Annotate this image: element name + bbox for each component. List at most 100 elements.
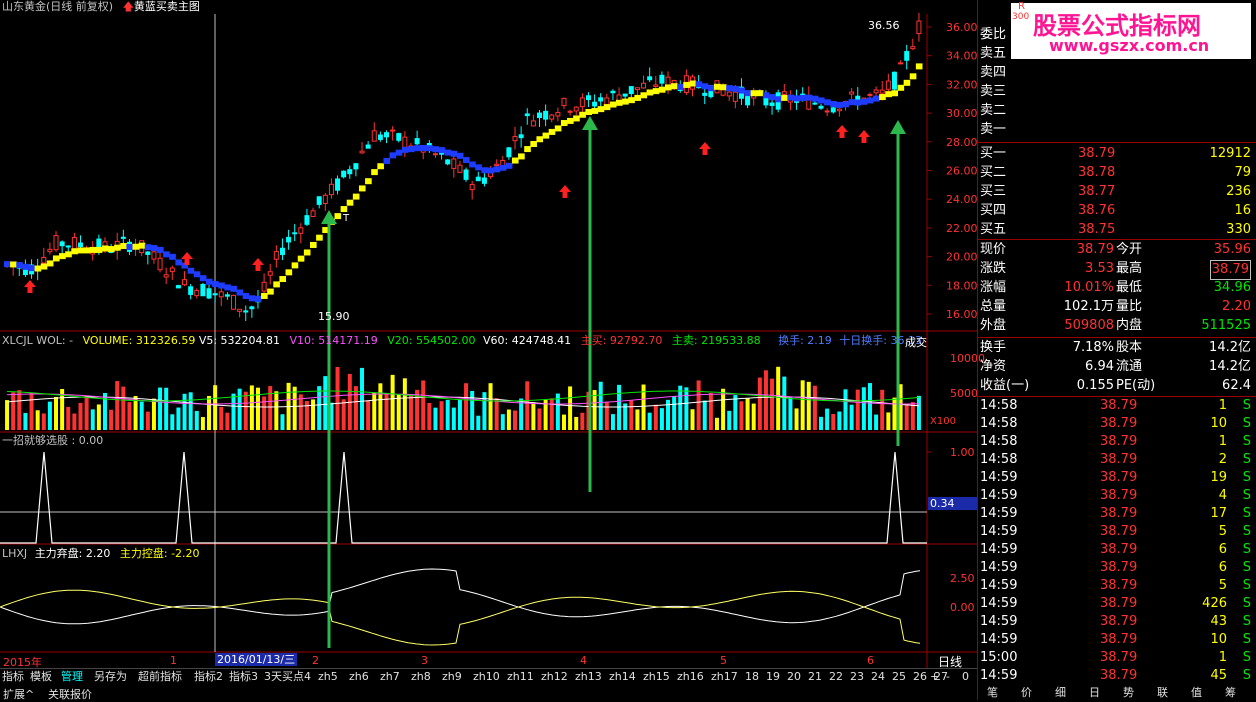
candle-body [218, 291, 224, 298]
ask-label: 卖二 [980, 103, 1007, 118]
tick-volume: 45 [1210, 668, 1227, 683]
indicator-tab[interactable]: 23 [850, 669, 864, 685]
main-sell-value: 主卖: 219533.88 [671, 334, 761, 347]
tick-row: 14:59 38.79 17 S [978, 505, 1256, 523]
volume-bar [464, 383, 469, 430]
stat-label: 今开 [1116, 242, 1143, 257]
indicator-tab[interactable]: 模板 [30, 669, 52, 685]
indicator-tab[interactable]: 指标 [2, 669, 24, 685]
volume-bar [249, 385, 254, 430]
price-tick-label: 32.00 [946, 78, 977, 91]
stat-value: 511525 [1201, 318, 1251, 333]
indicator-tab[interactable]: zh11 [507, 669, 534, 685]
candle-body [475, 176, 481, 182]
volume-bar [47, 401, 52, 430]
quote-tab[interactable]: 日 [1089, 686, 1100, 700]
price-tick-label: 24.00 [946, 193, 977, 206]
price-tick-label: 30.00 [946, 107, 977, 120]
indicator-tab[interactable]: 21 [808, 669, 822, 685]
trend-step [469, 161, 476, 168]
tab-control-button[interactable]: - [946, 669, 950, 685]
indicator-tab[interactable]: 3天买点4 [264, 669, 311, 685]
indicator-tab[interactable]: zh5 [318, 669, 338, 685]
tab-control-button[interactable]: + [930, 669, 939, 685]
trend-step [487, 167, 495, 174]
indicator-tab[interactable]: zh14 [609, 669, 636, 685]
indicator-tab[interactable]: 22 [829, 669, 843, 685]
volume-bar [372, 392, 377, 430]
tick-row: 14:59 38.79 43 S [978, 613, 1256, 631]
volume-bar [121, 386, 126, 430]
candle-body [561, 97, 567, 107]
quote-tab[interactable]: 势 [1123, 686, 1134, 700]
volume-bar [782, 376, 787, 430]
trend-step [567, 117, 574, 124]
candle-body [653, 84, 659, 87]
indicator-tab[interactable]: 指标2 [194, 669, 223, 685]
stat-row: 外盘 509808 内盘 511525 [978, 317, 1256, 335]
indicator-tab[interactable]: 管理 [61, 669, 83, 685]
tick-price: 38.79 [1100, 434, 1138, 449]
quote-tab[interactable]: 价 [1021, 686, 1032, 700]
volume-bar [84, 395, 89, 430]
tick-row: 14:59 38.79 5 S [978, 523, 1256, 541]
indicator-tab[interactable]: zh10 [473, 669, 500, 685]
trend-step [95, 246, 103, 253]
stat-label: 流通 [1116, 359, 1143, 374]
indicator-tab[interactable]: zh6 [349, 669, 369, 685]
tick-row: 15:00 38.79 1 S [978, 649, 1256, 667]
lhxj-name: LHXJ [2, 547, 28, 560]
trend-step [144, 244, 152, 251]
indicator-tab[interactable]: zh13 [575, 669, 602, 685]
indicator-tab[interactable]: 25 [892, 669, 906, 685]
indicator-tab[interactable]: zh15 [643, 669, 670, 685]
tab-control-button[interactable]: 0 [962, 669, 969, 685]
indicator-tab[interactable]: zh9 [442, 669, 462, 685]
indicator-tab[interactable]: zh8 [411, 669, 431, 685]
quote-tab[interactable]: 值 [1191, 686, 1202, 700]
indicator-tab[interactable]: 24 [871, 669, 885, 685]
indicator-tab[interactable]: 18 [745, 669, 759, 685]
candle-body [286, 236, 292, 243]
vol-scale: X100 [930, 416, 956, 427]
volume-bar [292, 386, 297, 430]
indicator-tab[interactable]: 19 [766, 669, 780, 685]
candle-body [812, 102, 818, 105]
indicator-tab[interactable]: 26 [913, 669, 927, 685]
candle-body [824, 110, 830, 113]
red-up-arrow-icon [836, 125, 848, 138]
tick-time: 14:59 [980, 524, 1018, 539]
volume-bar [164, 387, 169, 430]
indicator-tab[interactable]: 另存为 [94, 669, 127, 685]
trend-step [860, 98, 868, 105]
quote-tab[interactable]: 筹 [1225, 686, 1236, 700]
trend-step [138, 242, 146, 249]
tick-time: 14:58 [980, 416, 1018, 431]
bid-label: 买二 [980, 165, 1007, 180]
indicator-tab[interactable]: zh7 [380, 669, 400, 685]
trend-step [903, 79, 911, 86]
indicator-tab[interactable]: 指标3 [229, 669, 258, 685]
trend-step [456, 152, 464, 159]
stat-label: 最低 [1116, 280, 1143, 295]
trend-step [787, 94, 794, 101]
candle-body [322, 194, 328, 204]
candle-body [328, 183, 334, 196]
indicator-tab[interactable]: zh12 [541, 669, 568, 685]
quote-tab[interactable]: 笔 [987, 686, 998, 700]
quote-tab[interactable]: 细 [1055, 686, 1066, 700]
volume-panel-title: XLCJL WOL: - VOLUME: 312326.59 V5: 53220… [2, 334, 922, 348]
trend-step [505, 162, 513, 169]
quote-tab[interactable]: 联 [1157, 686, 1168, 700]
month-3: 3 [421, 654, 428, 667]
indicator-tab[interactable]: zh16 [677, 669, 704, 685]
indicator-tab[interactable]: zh17 [711, 669, 738, 685]
signal-current-value: 0.34 [928, 497, 978, 510]
candle-body [298, 227, 304, 234]
trend-step [585, 109, 593, 116]
indicator-tab[interactable]: 20 [787, 669, 801, 685]
tick-price: 38.79 [1100, 614, 1138, 629]
candle-body [904, 51, 910, 61]
indicator-tab[interactable]: 超前指标 [138, 669, 182, 685]
trend-step [811, 95, 819, 102]
